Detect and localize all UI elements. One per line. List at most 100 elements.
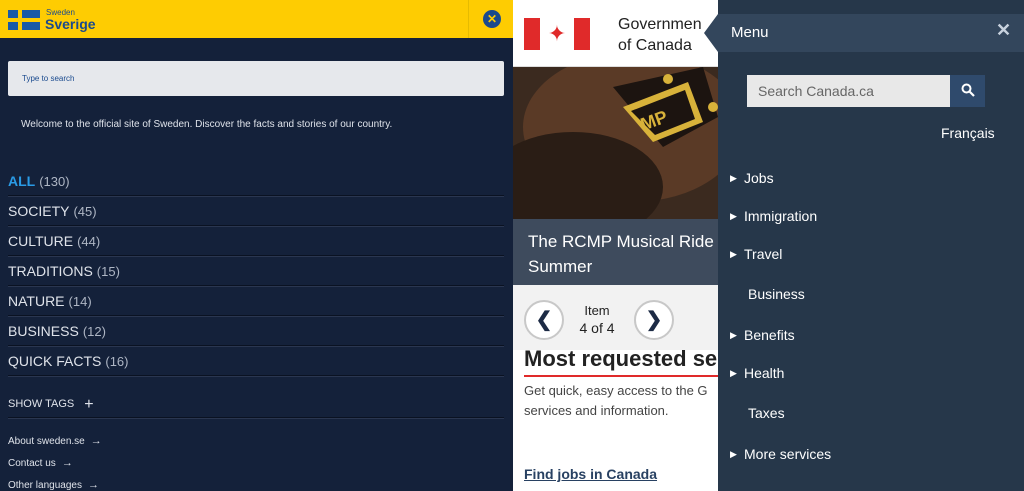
category-count: (45) [73, 204, 97, 219]
menu-item-label: More services [744, 446, 832, 462]
menu-item-label: Travel [744, 246, 783, 262]
menu-item-label: Health [744, 365, 785, 381]
menu-item-label: Immigration [744, 208, 818, 224]
caret-right-icon: ▶ [730, 211, 737, 221]
footer-links: About sweden.se → Contact us → Other langu… [8, 430, 102, 491]
section-description: Get quick, easy access to the G services… [524, 381, 708, 421]
category-name: TRADITIONS [8, 263, 93, 279]
menu-header: Menu ✕ [718, 14, 1024, 52]
category-name: BUSINESS [8, 323, 79, 339]
category-name: NATURE [8, 293, 65, 309]
search-button[interactable] [950, 75, 985, 107]
hero-image[interactable]: MP [513, 67, 718, 219]
menu-item-jobs[interactable]: ▶ Jobs [718, 159, 1024, 197]
description-line1: Get quick, easy access to the G [524, 383, 708, 398]
menu-item-label: Benefits [744, 327, 795, 343]
menu-item-taxes[interactable]: Taxes [718, 392, 1024, 435]
carousel-controls: ❮ Item 4 of 4 ❯ [513, 285, 718, 350]
canada-flag-icon[interactable]: ✦ [524, 18, 590, 50]
wordmark-line2: of Canada [618, 37, 692, 54]
link-label: Other languages [8, 480, 82, 491]
chevron-left-icon: ❮ [535, 309, 553, 331]
hero-photo-icon: MP [513, 67, 718, 219]
category-count: (16) [105, 354, 129, 369]
description-line2: services and information. [524, 403, 669, 418]
menu-item-more-services[interactable]: ▶ More services [718, 435, 1024, 473]
sweden-panel: Sweden Sverige ✕ Welcome to the official… [0, 0, 513, 491]
caret-right-icon: ▶ [730, 249, 737, 259]
category-name: CULTURE [8, 233, 74, 249]
menu-item-label: Jobs [744, 170, 774, 186]
caption-line1: The RCMP Musical Ride [528, 232, 714, 251]
canada-page: ✦ Governmen of Canada MP The RCMP Musica… [513, 0, 718, 491]
next-button[interactable]: ❯ [634, 300, 674, 340]
menu-item-benefits[interactable]: ▶ Benefits [718, 316, 1024, 354]
carousel-item-label: Item [584, 303, 610, 318]
link-label: About sweden.se [8, 436, 85, 447]
arrow-right-icon: → [87, 479, 99, 491]
caret-right-icon: ▶ [730, 449, 737, 459]
category-count: (12) [82, 324, 106, 339]
brand-big: Sverige [45, 16, 96, 32]
category-count: (44) [77, 234, 101, 249]
search-input[interactable] [8, 61, 504, 96]
menu-title: Menu [731, 24, 769, 41]
category-quick-facts[interactable]: QUICK FACTS (16) [8, 346, 504, 376]
category-name: QUICK FACTS [8, 353, 102, 369]
previous-button[interactable]: ❮ [524, 300, 564, 340]
category-name: SOCIETY [8, 203, 70, 219]
category-all[interactable]: ALL (130) [8, 166, 504, 196]
government-wordmark[interactable]: Governmen of Canada [618, 14, 702, 56]
sweden-flag-icon [8, 10, 40, 30]
find-jobs-link[interactable]: Find jobs in Canada [524, 466, 657, 482]
caret-right-icon: ▶ [730, 368, 737, 378]
close-icon: ✕ [996, 20, 1012, 40]
category-society[interactable]: SOCIETY (45) [8, 196, 504, 226]
category-list: ALL (130) SOCIETY (45) CULTURE (44) TRADITI… [8, 166, 504, 376]
menu-item-travel[interactable]: ▶ Travel [718, 235, 1024, 273]
canada-header: ✦ Governmen of Canada [513, 0, 718, 67]
menu-list: ▶ Jobs ▶ Immigration ▶ Travel Business ▶ Ben… [718, 159, 1024, 473]
category-culture[interactable]: CULTURE (44) [8, 226, 504, 256]
language-toggle[interactable]: Français [941, 125, 995, 141]
plus-icon: + [84, 396, 94, 413]
menu-search-input[interactable] [747, 75, 950, 107]
category-name: ALL [8, 173, 36, 189]
category-nature[interactable]: NATURE (14) [8, 286, 504, 316]
carousel-item-count: 4 of 4 [579, 320, 615, 336]
category-business[interactable]: BUSINESS (12) [8, 316, 504, 346]
menu-item-business[interactable]: Business [718, 273, 1024, 316]
close-icon: ✕ [483, 10, 501, 28]
close-button[interactable]: ✕ [468, 0, 513, 38]
menu-item-label: Business [748, 286, 805, 302]
menu-item-label: Taxes [748, 405, 785, 421]
link-languages[interactable]: Other languages → [8, 474, 102, 491]
category-traditions[interactable]: TRADITIONS (15) [8, 256, 504, 286]
maple-leaf-icon: ✦ [547, 21, 567, 46]
link-about[interactable]: About sweden.se → [8, 430, 102, 452]
caret-right-icon: ▶ [730, 173, 737, 183]
show-tags-toggle[interactable]: SHOW TAGS + [8, 390, 504, 418]
link-contact[interactable]: Contact us → [8, 452, 102, 474]
menu-notch [704, 14, 718, 52]
carousel-caption[interactable]: The RCMP Musical Ride Summer [513, 219, 718, 285]
menu-panel: Menu ✕ Français ▶ Jobs ▶ Immigration ▶ Trav… [704, 0, 1024, 491]
sweden-header: Sweden Sverige ✕ [0, 0, 513, 38]
chevron-right-icon: ❯ [645, 309, 663, 331]
show-tags-label: SHOW TAGS [8, 398, 75, 410]
caret-right-icon: ▶ [730, 330, 737, 340]
caption-line2: Summer [528, 257, 593, 276]
welcome-text: Welcome to the official site of Sweden. … [21, 119, 393, 130]
search-icon [961, 83, 975, 97]
arrow-right-icon: → [90, 435, 102, 447]
arrow-right-icon: → [61, 457, 73, 469]
wordmark-line1: Governmen [618, 16, 702, 33]
category-count: (15) [96, 264, 120, 279]
section-heading: Most requested se [524, 346, 718, 371]
menu-item-immigration[interactable]: ▶ Immigration [718, 197, 1024, 235]
sweden-logo[interactable] [8, 8, 40, 30]
category-count: (130) [39, 174, 70, 189]
close-menu-button[interactable]: ✕ [996, 20, 1011, 41]
category-count: (14) [68, 294, 92, 309]
menu-item-health[interactable]: ▶ Health [718, 354, 1024, 392]
